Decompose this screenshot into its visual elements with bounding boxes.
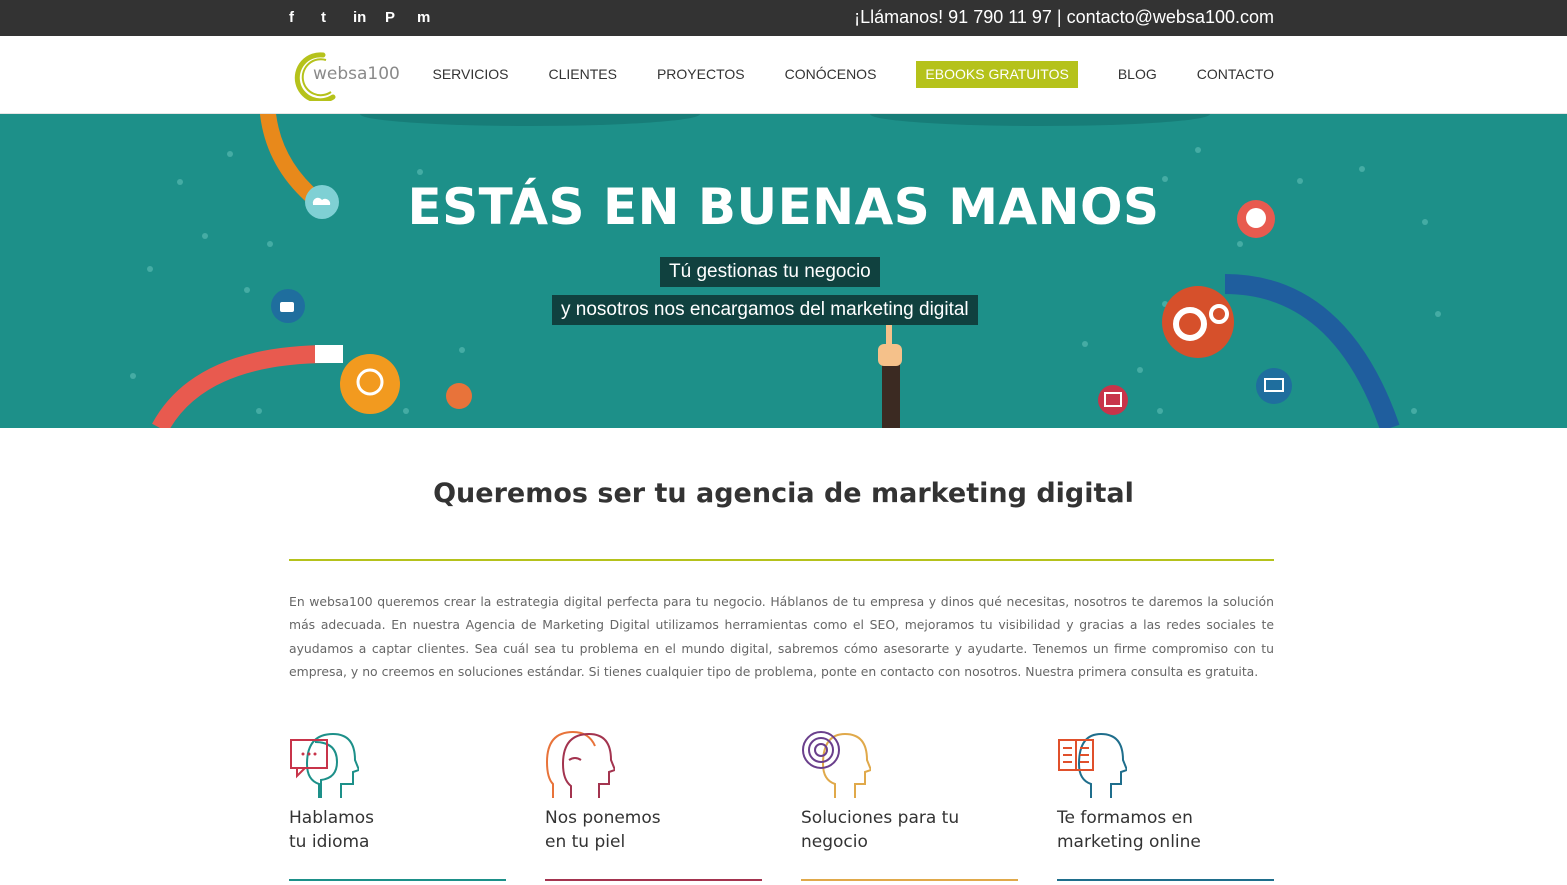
intro-paragraph: En websa100 queremos crear la estrategia… [289,594,1274,679]
feature-soluciones[interactable]: Soluciones para tu negocio [801,728,1018,885]
contact-info[interactable]: ¡Llámanos! 91 790 11 97 | contacto@websa… [854,6,1274,28]
nav-clientes[interactable]: CLIENTES [549,61,617,88]
feature-label: Te formamos en marketing online [1057,808,1201,852]
nav-servicios[interactable]: SERVICIOS [433,61,509,88]
feature-hablamos[interactable]: Hablamos tu idioma [289,728,506,885]
nav-contacto[interactable]: CONTACTO [1197,61,1274,88]
hero-banner: ESTÁS EN BUENAS MANOS Tú gestionas tu ne… [0,114,1567,428]
nav-blog[interactable]: BLOG [1118,61,1157,88]
speech-head-icon [290,732,359,798]
top-bar: f t in P m ¡Llámanos! 91 790 11 97 | con… [0,0,1567,36]
nav-ebooks[interactable]: EBOOKS GRATUITOS [916,61,1078,88]
feature-te-formamos[interactable]: Te formamos en marketing online [1057,728,1274,885]
nav-proyectos[interactable]: PROYECTOS [657,61,745,88]
websa100-logo[interactable]: websa100 [289,49,409,101]
section-divider [289,559,1274,561]
feature-label: Soluciones para tu negocio [801,808,960,852]
feature-nos-ponemos[interactable]: Nos ponemos en tu piel [545,728,762,885]
feature-underline [1057,879,1274,881]
site-header: websa100 SERVICIOS CLIENTES PROYECTOS CO… [0,36,1567,114]
main-nav: SERVICIOS CLIENTES PROYECTOS CONÓCENOS E… [393,61,1274,88]
hero-subtitle-2: y nosotros nos encargamos del marketing … [552,295,978,325]
social-links: f t in P m [289,9,449,27]
pinterest-icon[interactable]: P [385,9,417,27]
maze-head-icon [802,731,871,798]
facebook-icon[interactable]: f [289,9,321,27]
hero-title: ESTÁS EN BUENAS MANOS [407,178,1160,236]
feature-underline [801,879,1018,881]
feature-label: Nos ponemos en tu piel [545,808,661,852]
book-head-icon [1058,732,1127,798]
hero-subtitle-1: Tú gestionas tu negocio [660,257,880,287]
meetup-icon[interactable]: m [417,9,449,27]
linkedin-icon[interactable]: in [353,9,385,27]
logo-wordmark: websa100 [313,64,400,84]
feature-label: Hablamos tu idioma [289,808,374,852]
section-title: Queremos ser tu agencia de marketing dig… [433,478,1134,509]
two-heads-icon [545,730,615,798]
feature-underline [545,879,762,881]
nav-conocenos[interactable]: CONÓCENOS [785,61,877,88]
feature-underline [289,879,506,881]
twitter-icon[interactable]: t [321,9,353,27]
